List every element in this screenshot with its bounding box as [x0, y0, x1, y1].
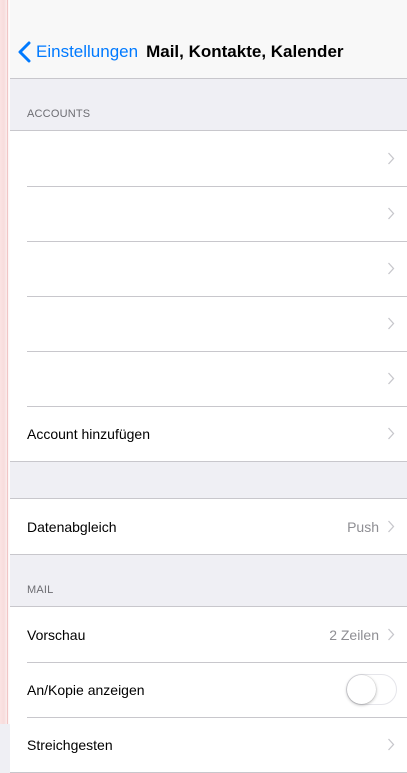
account-row-4[interactable]	[10, 296, 407, 351]
chevron-left-icon	[18, 41, 31, 63]
sync-group: Datenabgleich Push	[10, 498, 407, 555]
chevron-right-icon	[388, 372, 395, 385]
account-row-1[interactable]	[10, 131, 407, 186]
back-button[interactable]: Einstellungen	[10, 41, 138, 63]
fetch-new-data-value: Push	[347, 518, 379, 535]
mail-section-header: MAIL	[27, 584, 54, 596]
chevron-right-icon	[388, 738, 395, 751]
account-row-2[interactable]	[10, 186, 407, 241]
back-button-label: Einstellungen	[36, 42, 139, 61]
accounts-group: Account hinzufügen	[10, 130, 407, 462]
toggle-knob	[347, 675, 376, 704]
accounts-section-header: ACCOUNTS	[27, 108, 91, 120]
chevron-right-icon	[388, 207, 395, 220]
left-edge-shadow	[0, 0, 10, 724]
chevron-right-icon	[388, 262, 395, 275]
chevron-right-icon	[388, 427, 395, 440]
preview-row[interactable]: Vorschau 2 Zeilen	[10, 607, 407, 662]
preview-value: 2 Zeilen	[329, 626, 379, 643]
chevron-right-icon	[388, 628, 395, 641]
chevron-right-icon	[388, 317, 395, 330]
mail-group: Vorschau 2 Zeilen An/Kopie anzeigen Stre…	[10, 606, 407, 773]
swipe-options-label: Streichgesten	[27, 736, 113, 753]
show-to-cc-label: An/Kopie anzeigen	[27, 681, 145, 698]
status-bar	[10, 0, 407, 26]
settings-screen: Einstellungen Mail, Kontakte, Kalender A…	[10, 0, 407, 773]
fetch-new-data-label: Datenabgleich	[27, 518, 117, 535]
add-account-row[interactable]: Account hinzufügen	[10, 406, 407, 461]
navigation-bar: Einstellungen Mail, Kontakte, Kalender	[10, 26, 407, 79]
show-to-cc-toggle[interactable]	[346, 674, 397, 705]
preview-label: Vorschau	[27, 626, 86, 643]
chevron-right-icon	[388, 152, 395, 165]
add-account-label: Account hinzufügen	[27, 425, 150, 442]
account-row-5[interactable]	[10, 351, 407, 406]
swipe-options-row[interactable]: Streichgesten	[10, 717, 407, 772]
show-to-cc-row: An/Kopie anzeigen	[10, 662, 407, 717]
fetch-new-data-row[interactable]: Datenabgleich Push	[10, 499, 407, 554]
account-row-3[interactable]	[10, 241, 407, 296]
chevron-right-icon	[388, 520, 395, 533]
page-title: Mail, Kontakte, Kalender	[146, 42, 344, 61]
